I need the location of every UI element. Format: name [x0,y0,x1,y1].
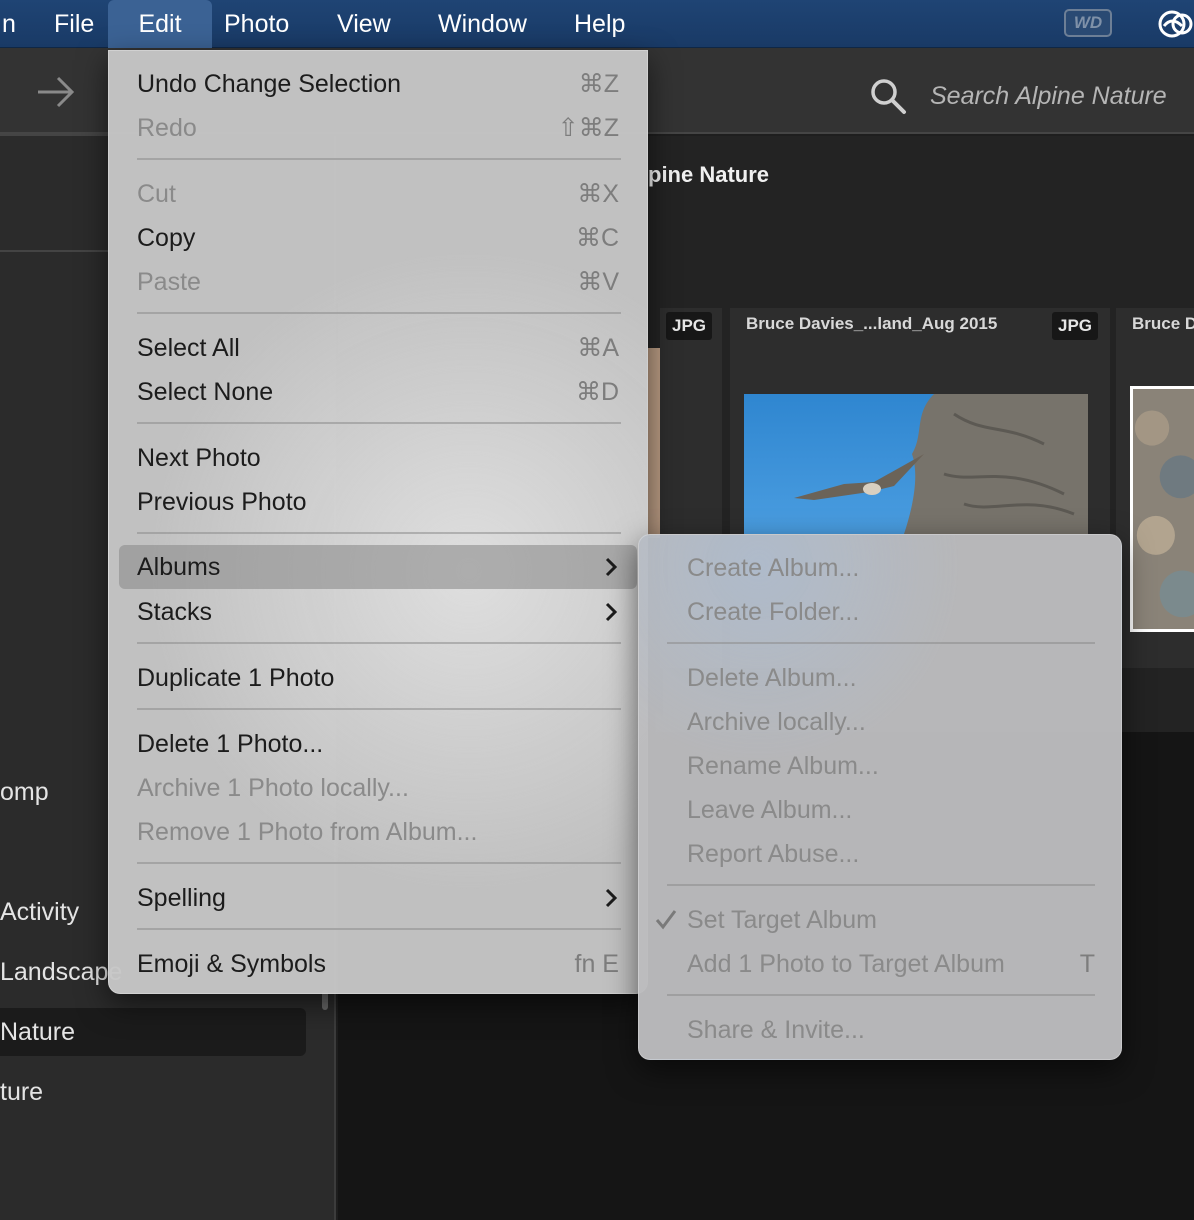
menu-item-select-none[interactable]: Select None [137,370,273,414]
menu-item-emoji-symbols[interactable]: Emoji & Symbols [137,942,326,986]
submenu-item-report-abuse[interactable]: Report Abuse... [687,832,859,876]
search-input[interactable] [930,76,1180,116]
sidebar-item-activity[interactable]: Activity [0,898,79,927]
submenu-item-create-folder[interactable]: Create Folder... [687,590,859,634]
menu-separator [137,928,621,930]
menu-item-undo[interactable]: Undo Change Selection [137,62,401,106]
creative-cloud-icon[interactable] [1152,8,1194,40]
menu-item-next-photo[interactable]: Next Photo [137,436,261,480]
menu-separator [137,642,621,644]
photo-thumbnail-rocks[interactable] [1130,386,1194,632]
menu-separator [667,994,1095,996]
menu-item-delete-photo[interactable]: Delete 1 Photo... [137,722,323,766]
sidebar-divider [0,250,108,252]
photo-filename: Bruce Davies_...land_Aug 2015 [746,314,998,333]
menu-item-cut[interactable]: Cut [137,172,176,216]
menu-item-remove-photo[interactable]: Remove 1 Photo from Album... [137,810,477,854]
shortcut-add-to-target: T [1079,950,1095,978]
shortcut-undo: ⌘Z [578,70,619,98]
menu-item-previous-photo[interactable]: Previous Photo [137,480,307,524]
shortcut-paste: ⌘V [577,268,619,296]
wd-drive-icon[interactable]: WD [1064,9,1112,37]
menu-edit[interactable]: Edit [108,0,212,48]
menu-item-stacks[interactable]: Stacks [137,590,212,634]
shortcut-select-all: ⌘A [577,334,619,362]
sidebar-item-nature[interactable]: Nature [0,1018,75,1047]
chevron-right-icon [605,888,618,908]
submenu-item-share-invite[interactable]: Share & Invite... [687,1008,865,1052]
menu-separator [667,642,1095,644]
menu-item-archive-photo[interactable]: Archive 1 Photo locally... [137,766,409,810]
photo-thumbnail-falcon[interactable] [744,394,1088,534]
sidebar-item-comp[interactable]: omp [0,778,49,807]
file-type-badge: JPG [666,312,713,340]
file-type-badge: JPG [1052,312,1099,340]
submenu-item-archive-locally[interactable]: Archive locally... [687,700,866,744]
sidebar-divider [0,134,108,136]
menu-separator [137,532,621,534]
photo-filename: Bruce D [1132,314,1194,333]
arrow-right-icon[interactable] [34,72,78,112]
menu-item-copy[interactable]: Copy [137,216,195,260]
menu-item-paste[interactable]: Paste [137,260,201,304]
chevron-right-icon [605,602,618,622]
photo-thumbnail[interactable] [648,348,660,538]
edit-menu-dropdown: Undo Change Selection ⌘Z Redo ⇧⌘Z Cut ⌘X… [108,50,648,994]
shortcut-cut: ⌘X [577,180,619,208]
menu-separator [667,884,1095,886]
menu-photo[interactable]: Photo [208,0,305,48]
menu-separator [137,158,621,160]
albums-submenu: Create Album... Create Folder... Delete … [638,534,1122,1060]
menu-bar: n File Edit Photo View Window Help WD [0,0,1194,48]
menu-separator [137,312,621,314]
sidebar-item-ture[interactable]: ture [0,1078,43,1107]
shortcut-redo: ⇧⌘Z [557,114,619,142]
shortcut-select-none: ⌘D [575,378,619,406]
chevron-right-icon [605,557,618,577]
shortcut-copy: ⌘C [575,224,619,252]
menu-item-select-all[interactable]: Select All [137,326,240,370]
menu-file[interactable]: File [38,0,110,48]
menu-item-spelling[interactable]: Spelling [137,876,226,920]
menu-item-redo[interactable]: Redo [137,106,197,150]
menu-window[interactable]: Window [422,0,543,48]
sidebar-item-landscape[interactable]: Landscape [0,958,122,987]
menu-view[interactable]: View [321,0,407,48]
submenu-item-delete-album[interactable]: Delete Album... [687,656,857,700]
menu-item-duplicate-photo[interactable]: Duplicate 1 Photo [137,656,334,700]
submenu-item-leave-album[interactable]: Leave Album... [687,788,852,832]
menu-separator [137,422,621,424]
app-menu[interactable]: n [0,0,32,48]
menu-item-albums[interactable]: Albums [137,545,220,589]
submenu-item-add-to-target[interactable]: Add 1 Photo to Target Album [687,942,1005,986]
album-title: pine Nature [648,162,770,187]
checkmark-icon [655,910,677,930]
menu-help[interactable]: Help [558,0,641,48]
menu-separator [137,862,621,864]
shortcut-emoji: fn E [574,950,619,978]
search-icon[interactable] [868,76,908,116]
menu-separator [137,708,621,710]
submenu-item-create-album[interactable]: Create Album... [687,546,859,590]
submenu-item-set-target-album[interactable]: Set Target Album [687,898,877,942]
submenu-item-rename-album[interactable]: Rename Album... [687,744,879,788]
